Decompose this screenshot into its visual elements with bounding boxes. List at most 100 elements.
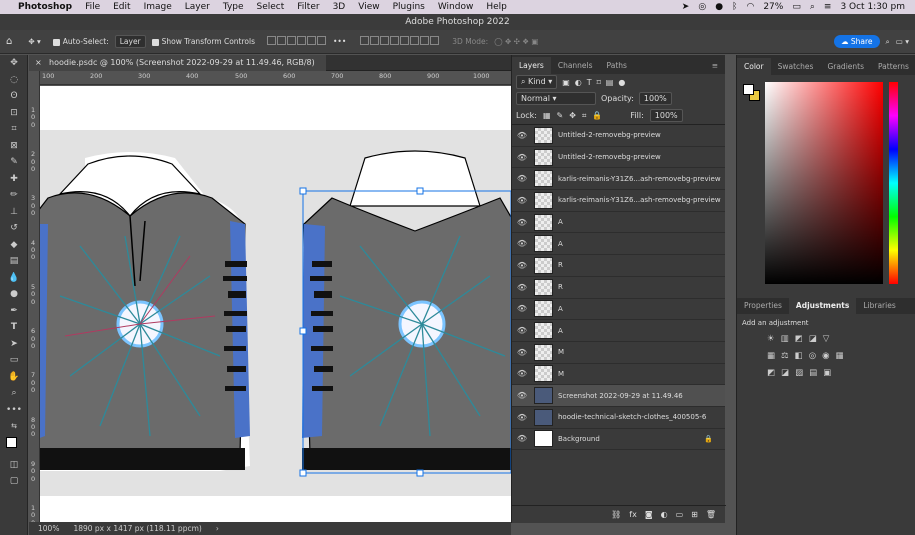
tab-gradients[interactable]: Gradients xyxy=(820,58,871,75)
new-layer-icon[interactable]: ⊞ xyxy=(691,510,698,519)
vibrance-icon[interactable]: ▽ xyxy=(823,334,836,344)
visibility-eye-icon[interactable]: 👁 xyxy=(512,326,532,335)
levels-icon[interactable]: ▥ xyxy=(781,334,795,344)
eraser-tool-icon[interactable]: ◆ xyxy=(0,237,28,254)
fx-icon[interactable]: fx xyxy=(629,510,637,519)
bw-icon[interactable]: ◧ xyxy=(795,351,809,361)
tab-patterns[interactable]: Patterns xyxy=(871,58,915,75)
quick-mask-icon[interactable]: ◫ xyxy=(0,457,28,474)
show-transform-checkbox[interactable]: Show Transform Controls xyxy=(151,37,255,46)
layer-row-selected[interactable]: 👁 Screenshot 2022-09-29 at 11.49.46 xyxy=(512,385,725,407)
home-icon[interactable]: ⌂ xyxy=(6,36,12,47)
filter-toggle-icon[interactable]: ● xyxy=(618,78,625,87)
tab-adjustments[interactable]: Adjustments xyxy=(788,297,857,314)
move-tool-icon[interactable]: ✥ xyxy=(0,55,28,72)
menu-view[interactable]: View xyxy=(358,2,379,12)
menu-image[interactable]: Image xyxy=(144,2,172,12)
tab-libraries[interactable]: Libraries xyxy=(856,297,902,314)
tab-color[interactable]: Color xyxy=(737,58,771,75)
crop-tool-icon[interactable]: ⌗ xyxy=(0,121,28,138)
filter-type-icon[interactable]: T xyxy=(587,78,592,87)
clone-stamp-icon[interactable]: ⊥ xyxy=(0,204,28,221)
more-tools-icon[interactable]: ••• xyxy=(0,402,28,419)
control-center-icon[interactable]: ≡ xyxy=(824,2,832,12)
document-tab[interactable]: × hoodie.psdc @ 100% (Screenshot 2022-09… xyxy=(29,55,326,71)
transform-handle[interactable] xyxy=(416,187,424,195)
visibility-eye-icon[interactable]: 👁 xyxy=(512,348,532,357)
3d-tools-icons[interactable]: ◯ ✥ ✣ ❖ ▣ xyxy=(494,37,538,46)
move-tool-icon[interactable]: ✥ ▾ xyxy=(28,37,40,46)
creative-cloud-icon[interactable]: ◎ xyxy=(698,2,706,12)
fill-input[interactable]: 100% xyxy=(649,109,683,122)
layer-row[interactable]: 👁 karlis-reimanis-Y31Z6...ash-removebg-pr… xyxy=(512,190,725,212)
layer-row[interactable]: 👁 karlis-reimanis-Y31Z6...ash-removebg-pr… xyxy=(512,168,725,191)
opacity-input[interactable]: 100% xyxy=(638,92,672,105)
layer-row[interactable]: 👁 M xyxy=(512,364,725,386)
visibility-eye-icon[interactable]: 👁 xyxy=(512,196,532,205)
type-tool-icon[interactable]: T xyxy=(0,319,28,336)
layer-row[interactable]: 👁 A xyxy=(512,299,725,321)
layer-row[interactable]: 👁 A xyxy=(512,233,725,256)
hue-sat-icon[interactable]: ▦ xyxy=(767,351,781,361)
tab-properties[interactable]: Properties xyxy=(737,297,789,314)
visibility-eye-icon[interactable]: 👁 xyxy=(512,131,532,140)
zoom-tool-icon[interactable]: ⌕ xyxy=(0,385,28,402)
link-layers-icon[interactable]: ⛓ xyxy=(611,510,621,519)
history-brush-icon[interactable]: ↺ xyxy=(0,220,28,237)
color-swatches[interactable] xyxy=(0,435,28,457)
new-adjustment-icon[interactable]: ◐ xyxy=(661,510,668,519)
tab-layers[interactable]: Layers xyxy=(512,57,551,74)
layer-row[interactable]: 👁 A xyxy=(512,212,725,234)
add-mask-icon[interactable]: ◙ xyxy=(645,510,653,519)
layer-row[interactable]: 👁 R xyxy=(512,277,725,299)
panel-menu-icon[interactable]: ≡ xyxy=(705,57,725,74)
menu-plugins[interactable]: Plugins xyxy=(393,2,425,12)
document-size[interactable]: 1890 px x 1417 px (118.11 ppcm) xyxy=(73,524,201,533)
foreground-color[interactable] xyxy=(6,436,17,448)
visibility-eye-icon[interactable]: 👁 xyxy=(512,218,532,227)
app-menu[interactable]: Photoshop xyxy=(18,2,72,12)
menu-file[interactable]: File xyxy=(85,2,100,12)
datetime[interactable]: 3 Oct 1:30 pm xyxy=(840,2,905,12)
transform-handle[interactable] xyxy=(416,469,424,477)
eyedropper-tool-icon[interactable]: ✎ xyxy=(0,154,28,171)
channel-mixer-icon[interactable]: ◉ xyxy=(822,351,835,361)
document-canvas[interactable] xyxy=(27,86,516,522)
posterize-icon[interactable]: ◪ xyxy=(781,368,795,378)
lock-transparent-icon[interactable]: ▦ xyxy=(543,111,551,120)
visibility-eye-icon[interactable]: 👁 xyxy=(512,391,532,400)
layer-select-dropdown[interactable]: Layer xyxy=(114,35,146,48)
color-balance-icon[interactable]: ⚖ xyxy=(781,351,795,361)
pen-tool-icon[interactable]: ✒ xyxy=(0,303,28,320)
layer-row[interactable]: 👁 Untitled-2-removebg-preview xyxy=(512,125,725,147)
menu-select[interactable]: Select xyxy=(257,2,285,12)
layer-row[interactable]: 👁 M xyxy=(512,342,725,364)
menu-filter[interactable]: Filter xyxy=(297,2,319,12)
marquee-tool-icon[interactable]: ◌ xyxy=(0,72,28,89)
menu-layer[interactable]: Layer xyxy=(185,2,210,12)
horizontal-ruler[interactable]: 100 200 300 400 500 600 700 800 900 1000 xyxy=(40,71,511,85)
screen-mode-icon[interactable]: ▢ xyxy=(0,473,28,490)
menu-window[interactable]: Window xyxy=(438,2,474,12)
hue-slider[interactable] xyxy=(889,82,898,284)
layer-row[interactable]: 👁 Untitled-2-removebg-preview xyxy=(512,147,725,169)
transform-handle[interactable] xyxy=(299,469,307,477)
lock-position-icon[interactable]: ✥ xyxy=(569,111,576,120)
object-select-tool-icon[interactable]: ⊡ xyxy=(0,105,28,122)
workspace-icon[interactable]: ▭ ▾ xyxy=(896,37,909,46)
visibility-eye-icon[interactable]: 👁 xyxy=(512,174,532,183)
tab-swatches[interactable]: Swatches xyxy=(771,58,821,75)
filter-smart-icon[interactable]: ▤ xyxy=(606,78,614,87)
visibility-eye-icon[interactable]: 👁 xyxy=(512,369,532,378)
photo-filter-icon[interactable]: ◎ xyxy=(809,351,822,361)
blur-tool-icon[interactable]: 💧 xyxy=(0,270,28,287)
menu-3d[interactable]: 3D xyxy=(333,2,346,12)
visibility-eye-icon[interactable]: 👁 xyxy=(512,283,532,292)
wifi-icon[interactable]: ◠ xyxy=(746,2,754,12)
location-icon[interactable]: ➤ xyxy=(682,2,690,12)
visibility-eye-icon[interactable]: 👁 xyxy=(512,239,532,248)
frame-tool-icon[interactable]: ⊠ xyxy=(0,138,28,155)
gradient-tool-icon[interactable]: ▤ xyxy=(0,253,28,270)
status-dots-icon[interactable]: ● xyxy=(715,2,723,12)
transform-handle[interactable] xyxy=(299,327,307,335)
